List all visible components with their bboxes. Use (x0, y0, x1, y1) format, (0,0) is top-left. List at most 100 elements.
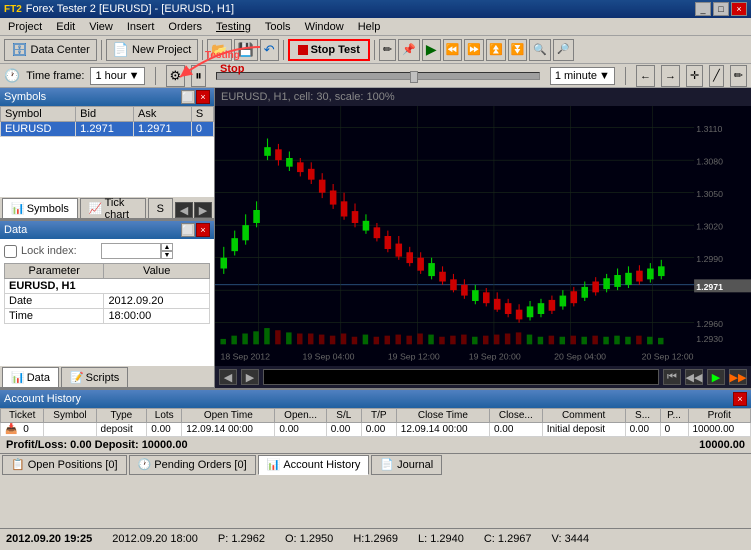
tab-scripts[interactable]: 📝 Scripts (61, 367, 128, 387)
save-button[interactable]: 💾 (234, 39, 258, 61)
ah-col-sl: S/L (326, 409, 361, 423)
svg-text:19 Sep 12:00: 19 Sep 12:00 (388, 352, 440, 362)
ah-p: 0 (660, 423, 688, 437)
data-panel-header: Data ⬜ × (0, 221, 214, 239)
tab-open-positions[interactable]: 📋 Open Positions [0] (2, 455, 127, 475)
chart-nav-play-button[interactable]: ▶ (707, 369, 725, 385)
tb-btn-2[interactable]: ⏩ (464, 39, 484, 61)
undo-button[interactable]: ↶ (260, 39, 279, 61)
ah-col-profit: Profit (688, 409, 751, 423)
edit-button[interactable]: ✏ (379, 39, 396, 61)
data-content: Lock index: 0 ▲ ▼ Parameter Value (0, 239, 214, 366)
bookmark-button[interactable]: 📌 (398, 39, 420, 61)
spinner-down-button[interactable]: ▼ (161, 251, 173, 259)
spinner-up-button[interactable]: ▲ (161, 243, 173, 251)
data-col-value: Value (104, 264, 210, 279)
speed-slider[interactable] (216, 72, 540, 80)
chart-symbol-input[interactable]: EURUSD, H1 (263, 369, 659, 385)
menu-insert[interactable]: Insert (121, 20, 161, 34)
toolbar-separator-1 (101, 40, 102, 60)
chart-nav-prev-button[interactable]: ◀ (219, 369, 237, 385)
chart-canvas[interactable]: 18 Sep 2012 19 Sep 04:00 19 Sep 12:00 19… (215, 106, 751, 366)
chart-nav-first-button[interactable]: ⏮ (663, 369, 681, 385)
data-value-time: 18:00:00 (104, 309, 210, 324)
stop-test-button[interactable]: Stop Test (288, 39, 370, 61)
status-c: C: 1.2967 (484, 533, 532, 545)
chart-nav-prev2-button[interactable]: ◀◀ (685, 369, 703, 385)
ah-col-close: Close... (489, 409, 542, 423)
profit-loss-total: 10000.00 (699, 439, 745, 451)
app-icon: FT2 (4, 4, 22, 15)
sym-tab-prev[interactable]: ◀ (175, 202, 193, 218)
lock-index-input[interactable]: 0 (101, 243, 161, 259)
svg-text:1.2990: 1.2990 (696, 254, 723, 264)
stop-icon (298, 45, 308, 55)
tf-settings-button[interactable]: ⚙ (166, 65, 186, 87)
account-history-tab-icon: 📊 (267, 458, 281, 471)
crosshair-button[interactable]: ✛ (686, 65, 703, 87)
menu-orders[interactable]: Orders (162, 20, 208, 34)
tab-pending-orders[interactable]: 🕐 Pending Orders [0] (129, 455, 256, 475)
data-panel-restore-button[interactable]: ⬜ (181, 223, 195, 237)
ah-sl: 0.00 (326, 423, 361, 437)
symbols-panel-restore-button[interactable]: ⬜ (181, 90, 195, 104)
tab-s[interactable]: S (148, 198, 173, 218)
minimize-button[interactable]: _ (695, 2, 711, 16)
symbol-row-eurusd[interactable]: EURUSD 1.2971 1.2971 0 (1, 122, 214, 137)
chart-nav-next2-button[interactable]: ▶▶ (729, 369, 747, 385)
new-project-button[interactable]: 📄 New Project (106, 39, 198, 61)
line-button[interactable]: ╱ (709, 65, 724, 87)
maximize-button[interactable]: □ (713, 2, 729, 16)
zoom-in-button[interactable]: 🔍 (529, 39, 551, 61)
ah-comment: Initial deposit (542, 423, 625, 437)
menu-window[interactable]: Window (299, 20, 350, 34)
menu-project[interactable]: Project (2, 20, 48, 34)
lock-index-row: Lock index: 0 ▲ ▼ (4, 243, 210, 259)
tab-data[interactable]: 📊 Data (2, 367, 59, 387)
svg-text:18 Sep 2012: 18 Sep 2012 (220, 352, 270, 362)
data-row-symbol: EURUSD, H1 (5, 279, 210, 294)
close-button[interactable]: × (731, 2, 747, 16)
nav-left-button[interactable]: ← (636, 65, 655, 87)
tab-account-history[interactable]: 📊 Account History (258, 455, 370, 475)
title-bar-left: FT2 Forex Tester 2 [EURUSD] - [EURUSD, H… (4, 3, 234, 15)
nav-right-button[interactable]: → (661, 65, 680, 87)
dropdown-arrow-icon: ▼ (129, 70, 140, 82)
chart-nav-next-button[interactable]: ▶ (241, 369, 259, 385)
account-history-table-container: Ticket Symbol Type Lots Open Time Open..… (0, 408, 751, 437)
menu-testing[interactable]: Testing (210, 20, 257, 34)
sym-tab-next[interactable]: ▶ (194, 202, 212, 218)
open-button[interactable]: 📂 (207, 39, 231, 61)
account-history-row[interactable]: 📥 0 deposit 0.00 12.09.14 00:00 0.00 0.0… (1, 423, 751, 437)
menu-view[interactable]: View (83, 20, 119, 34)
timeframe-dropdown[interactable]: 1 hour ▼ (90, 67, 144, 85)
symbols-panel-title: Symbols (4, 91, 46, 103)
menu-tools[interactable]: Tools (259, 20, 297, 34)
menu-edit[interactable]: Edit (50, 20, 81, 34)
tb-btn-4[interactable]: ⏬ (508, 39, 528, 61)
tab-symbols[interactable]: 📊 Symbols (2, 198, 78, 218)
draw-button[interactable]: ✏ (730, 65, 747, 87)
profit-loss-bar: Profit/Loss: 0.00 Deposit: 10000.00 1000… (0, 437, 751, 453)
tab-tick-chart[interactable]: 📈 Tick chart (80, 198, 146, 218)
menu-help[interactable]: Help (352, 20, 387, 34)
tick-chart-tab-icon: 📈 (89, 202, 103, 215)
ah-col-p: P... (660, 409, 688, 423)
lock-index-checkbox[interactable] (4, 245, 17, 258)
tb-btn-1[interactable]: ⏪ (443, 39, 463, 61)
speed-separator (625, 67, 626, 85)
symbols-panel-close-button[interactable]: × (196, 90, 210, 104)
ah-ticket: 📥 0 (1, 423, 44, 437)
speed-dropdown[interactable]: 1 minute ▼ (550, 67, 615, 85)
lock-index-spinner: ▲ ▼ (161, 243, 173, 259)
tab-journal[interactable]: 📄 Journal (371, 455, 442, 475)
data-panel-close-button[interactable]: × (196, 223, 210, 237)
tf-pause-button[interactable]: ⏸ (191, 65, 206, 87)
zoom-out-button[interactable]: 🔎 (553, 39, 573, 61)
symbols-col-symbol: Symbol (1, 107, 76, 122)
play-button[interactable]: ▶ (422, 39, 441, 61)
symbol-bid: 1.2971 (76, 122, 134, 137)
tb-btn-3[interactable]: ⏫ (486, 39, 506, 61)
account-history-close-button[interactable]: × (733, 392, 747, 406)
data-center-button[interactable]: 🗄 Data Center (4, 39, 97, 61)
